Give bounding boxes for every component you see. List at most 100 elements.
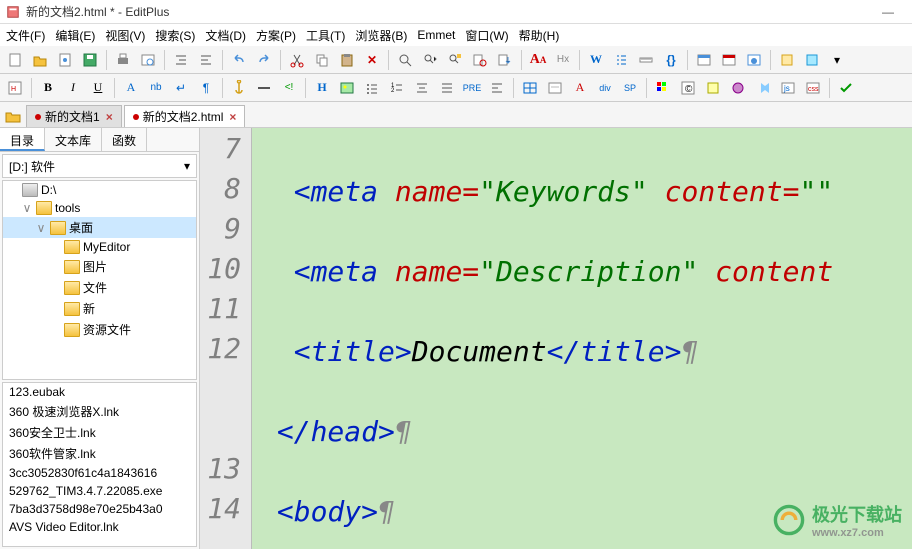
replace-button[interactable]	[444, 49, 466, 71]
image-button[interactable]	[336, 77, 358, 99]
expand-icon[interactable]: ∨	[35, 221, 47, 235]
tab-doc2[interactable]: 新的文档2.html ×	[124, 105, 246, 127]
tree-item[interactable]: ∨tools	[3, 199, 196, 217]
file-item[interactable]: 360安全卫士.lnk	[3, 422, 196, 443]
browser1-button[interactable]	[693, 49, 715, 71]
table-button[interactable]	[519, 77, 541, 99]
directory-icon[interactable]	[4, 106, 22, 124]
file-item[interactable]: AVS Video Editor.lnk	[3, 518, 196, 536]
bracket-button[interactable]: {}	[660, 49, 682, 71]
font-button[interactable]: AA	[527, 49, 549, 71]
paste-button[interactable]	[336, 49, 358, 71]
tree-item[interactable]: MyEditor	[3, 238, 196, 256]
menu-help[interactable]: 帮助(H)	[519, 27, 560, 44]
script-button[interactable]: js	[777, 77, 799, 99]
close-icon[interactable]: ×	[106, 110, 113, 124]
menu-file[interactable]: 文件(F)	[6, 27, 45, 44]
menu-window[interactable]: 窗口(W)	[465, 27, 508, 44]
tab-doc1[interactable]: 新的文档1 ×	[26, 105, 122, 127]
print-button[interactable]	[112, 49, 134, 71]
menu-document[interactable]: 文档(D)	[205, 27, 246, 44]
hex-button[interactable]: Hx	[552, 49, 574, 71]
media-button[interactable]	[727, 77, 749, 99]
tree-item[interactable]: 文件	[3, 277, 196, 298]
copy-button[interactable]	[311, 49, 333, 71]
menu-view[interactable]: 视图(V)	[105, 27, 145, 44]
underline-button[interactable]: U	[87, 77, 109, 99]
validate-button[interactable]	[835, 77, 857, 99]
folder-tree[interactable]: D:\∨tools∨桌面MyEditor图片文件新资源文件	[2, 180, 197, 380]
file-item[interactable]: 529762_TIM3.4.7.22085.exe	[3, 482, 196, 500]
code-area[interactable]: <meta name="Keywords" content="" <meta n…	[252, 128, 912, 549]
tool-menu-button[interactable]: ▾	[826, 49, 848, 71]
tool2-button[interactable]	[801, 49, 823, 71]
heading-button[interactable]: H	[311, 77, 333, 99]
object-button[interactable]	[702, 77, 724, 99]
bold-button[interactable]: B	[37, 77, 59, 99]
ol-button[interactable]: 12	[386, 77, 408, 99]
left-button[interactable]	[486, 77, 508, 99]
minimize-button[interactable]: —	[870, 0, 906, 24]
form-button[interactable]	[544, 77, 566, 99]
file-item[interactable]: 360软件管家.lnk	[3, 443, 196, 464]
expand-icon[interactable]: ∨	[21, 201, 33, 215]
audio-button[interactable]	[752, 77, 774, 99]
file-item[interactable]: 123.eubak	[3, 383, 196, 401]
span-button[interactable]: SP	[619, 77, 641, 99]
color-button[interactable]	[652, 77, 674, 99]
menu-tools[interactable]: 工具(T)	[306, 27, 345, 44]
save-button[interactable]	[79, 49, 101, 71]
css-button[interactable]: css	[802, 77, 824, 99]
comment-button[interactable]: <!	[278, 77, 300, 99]
menu-search[interactable]: 搜索(S)	[155, 27, 195, 44]
menu-browser[interactable]: 浏览器(B)	[355, 27, 407, 44]
sidebar-tab-functions[interactable]: 函数	[102, 128, 147, 151]
align-button[interactable]	[436, 77, 458, 99]
linenum-button[interactable]	[610, 49, 632, 71]
char-button[interactable]: ©	[677, 77, 699, 99]
wordwrap-button[interactable]: W	[585, 49, 607, 71]
file-list[interactable]: 123.eubak360 极速浏览器X.lnk360安全卫士.lnk360软件管…	[2, 382, 197, 547]
drive-selector[interactable]: [D:] 软件 ▾	[2, 154, 197, 178]
file-item[interactable]: 3cc3052830f61c4a1843616	[3, 464, 196, 482]
br-button[interactable]: ↵	[170, 77, 192, 99]
find-files-button[interactable]	[469, 49, 491, 71]
ul-button[interactable]	[361, 77, 383, 99]
goto-button[interactable]	[494, 49, 516, 71]
nbsp-button[interactable]: nb	[145, 77, 167, 99]
hr-button[interactable]	[253, 77, 275, 99]
new-button[interactable]	[4, 49, 26, 71]
delete-button[interactable]: ✕	[361, 49, 383, 71]
find-next-button[interactable]	[419, 49, 441, 71]
sidebar-tab-directory[interactable]: 目录	[0, 128, 45, 151]
tool1-button[interactable]	[776, 49, 798, 71]
html-button[interactable]: H	[4, 77, 26, 99]
file-item[interactable]: 360 极速浏览器X.lnk	[3, 401, 196, 422]
browser3-button[interactable]	[743, 49, 765, 71]
redo-button[interactable]	[253, 49, 275, 71]
center-button[interactable]	[411, 77, 433, 99]
tree-item[interactable]: 新	[3, 298, 196, 319]
font-tag-button[interactable]: A	[120, 77, 142, 99]
abbr-button[interactable]: A	[569, 77, 591, 99]
pre-button[interactable]: PRE	[461, 77, 483, 99]
tree-item[interactable]: ∨桌面	[3, 217, 196, 238]
indent-left-button[interactable]	[170, 49, 192, 71]
menu-project[interactable]: 方案(P)	[256, 27, 296, 44]
file-item[interactable]: 7ba3d3758d98e70e25b43a0	[3, 500, 196, 518]
preview-button[interactable]	[137, 49, 159, 71]
indent-right-button[interactable]	[195, 49, 217, 71]
p-button[interactable]: ¶	[195, 77, 217, 99]
editor[interactable]: 7891011121314 <meta name="Keywords" cont…	[200, 128, 912, 549]
tree-item[interactable]: 资源文件	[3, 319, 196, 340]
div-button[interactable]: div	[594, 77, 616, 99]
sidebar-tab-cliptext[interactable]: 文本库	[45, 128, 102, 151]
italic-button[interactable]: I	[62, 77, 84, 99]
find-button[interactable]	[394, 49, 416, 71]
browser2-button[interactable]	[718, 49, 740, 71]
tree-item[interactable]: D:\	[3, 181, 196, 199]
menu-emmet[interactable]: Emmet	[417, 28, 455, 42]
template-button[interactable]	[54, 49, 76, 71]
cut-button[interactable]	[286, 49, 308, 71]
undo-button[interactable]	[228, 49, 250, 71]
